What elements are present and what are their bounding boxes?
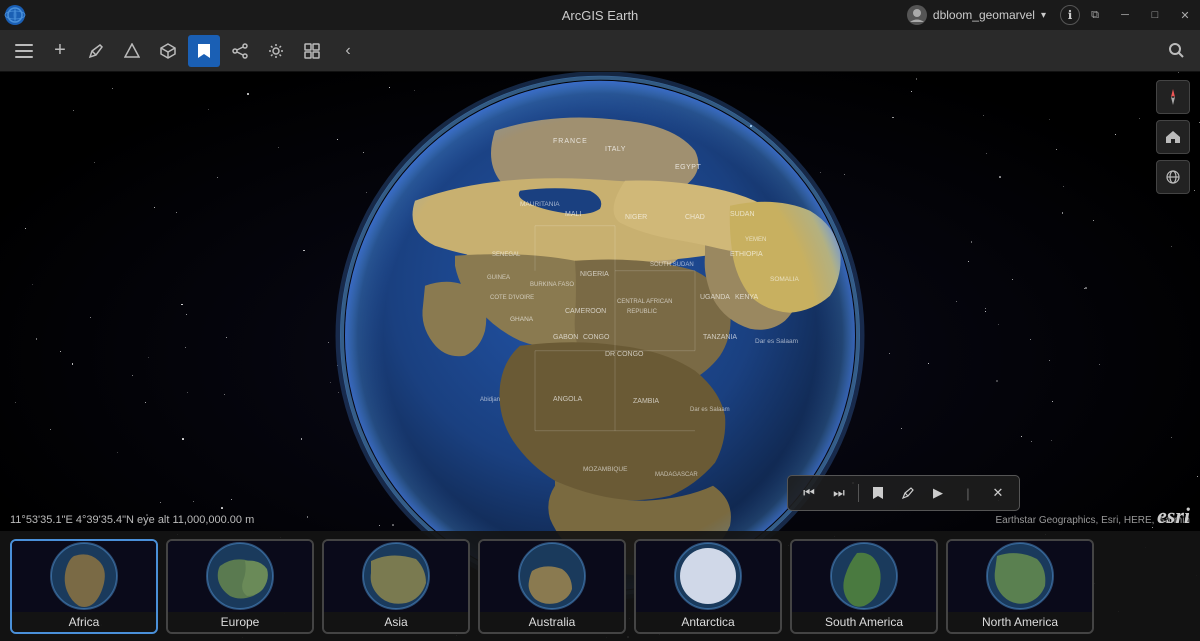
collapse-button[interactable]: ‹ bbox=[332, 35, 364, 67]
maximize-button[interactable]: □ bbox=[1140, 0, 1170, 30]
titlebar: ArcGIS Earth dbloom_geomarvel ▾ ℹ ⧉ ─ □ … bbox=[0, 0, 1200, 30]
north-america-globe bbox=[948, 541, 1092, 612]
bookmark-add-button[interactable] bbox=[865, 480, 891, 506]
sketch-button[interactable] bbox=[80, 35, 112, 67]
playback-separator-1 bbox=[858, 484, 859, 502]
info-button[interactable]: ℹ bbox=[1060, 5, 1080, 25]
carousel-item-antarctica[interactable]: Antarctica bbox=[634, 539, 782, 634]
search-button[interactable] bbox=[1160, 35, 1192, 67]
antarctica-globe bbox=[636, 541, 780, 612]
minimize-button[interactable]: ─ bbox=[1110, 0, 1140, 30]
esri-logo: esri bbox=[1157, 503, 1190, 529]
bookmark-button[interactable] bbox=[188, 35, 220, 67]
edit-button[interactable] bbox=[895, 480, 921, 506]
right-controls bbox=[1156, 80, 1190, 194]
user-section: dbloom_geomarvel ▾ ℹ bbox=[907, 5, 1080, 25]
window-controls: ⧉ ─ □ ✕ bbox=[1080, 0, 1200, 30]
app-title: ArcGIS Earth bbox=[562, 8, 639, 23]
australia-label: Australia bbox=[480, 612, 624, 632]
measure-button[interactable] bbox=[116, 35, 148, 67]
play-button[interactable]: ▶ bbox=[925, 480, 951, 506]
asia-globe bbox=[324, 541, 468, 612]
grid-button[interactable] bbox=[296, 35, 328, 67]
asia-label: Asia bbox=[324, 612, 468, 632]
carousel-item-north-america[interactable]: North America bbox=[946, 539, 1094, 634]
region-carousel: Africa Europe Asia bbox=[0, 531, 1200, 641]
europe-label: Europe bbox=[168, 612, 312, 632]
antarctica-label: Antarctica bbox=[636, 612, 780, 632]
compass-button[interactable] bbox=[1156, 80, 1190, 114]
username[interactable]: dbloom_geomarvel bbox=[933, 8, 1035, 22]
carousel-item-africa[interactable]: Africa bbox=[10, 539, 158, 634]
user-avatar bbox=[907, 5, 927, 25]
toolbar: + bbox=[0, 30, 1200, 72]
playback-close-button[interactable]: ✕ bbox=[985, 480, 1011, 506]
user-dropdown-arrow[interactable]: ▾ bbox=[1041, 10, 1046, 21]
coordinates-display: 11°53'35.1"E 4°39'35.4"N eye alt 11,000,… bbox=[10, 514, 254, 526]
share-button[interactable] bbox=[224, 35, 256, 67]
prev-bookmark-button[interactable]: ⏮ bbox=[796, 480, 822, 506]
close-button[interactable]: ✕ bbox=[1170, 0, 1200, 30]
south-america-label: South America bbox=[792, 612, 936, 632]
carousel-item-europe[interactable]: Europe bbox=[166, 539, 314, 634]
next-bookmark-button[interactable]: ⏭ bbox=[826, 480, 852, 506]
add-content-button[interactable]: + bbox=[44, 35, 76, 67]
restore-button[interactable]: ⧉ bbox=[1080, 0, 1110, 30]
carousel-item-south-america[interactable]: South America bbox=[790, 539, 938, 634]
europe-globe bbox=[168, 541, 312, 612]
carousel-item-asia[interactable]: Asia bbox=[322, 539, 470, 634]
esri-logo-text: esri bbox=[1157, 503, 1190, 528]
australia-globe bbox=[480, 541, 624, 612]
playback-controls: ⏮ ⏭ ▶ | ✕ bbox=[787, 475, 1020, 511]
settings-button[interactable] bbox=[260, 35, 292, 67]
pipe-separator: | bbox=[955, 480, 981, 506]
menu-button[interactable] bbox=[8, 35, 40, 67]
app-logo bbox=[4, 4, 26, 26]
north-america-label: North America bbox=[948, 612, 1092, 632]
south-america-globe bbox=[792, 541, 936, 612]
home-button[interactable] bbox=[1156, 120, 1190, 154]
statusbar: 11°53'35.1"E 4°39'35.4"N eye alt 11,000,… bbox=[0, 509, 1200, 531]
scene-button[interactable] bbox=[152, 35, 184, 67]
globe-view-button[interactable] bbox=[1156, 160, 1190, 194]
carousel-item-australia[interactable]: Australia bbox=[478, 539, 626, 634]
africa-label: Africa bbox=[12, 612, 156, 632]
africa-globe bbox=[12, 541, 156, 612]
